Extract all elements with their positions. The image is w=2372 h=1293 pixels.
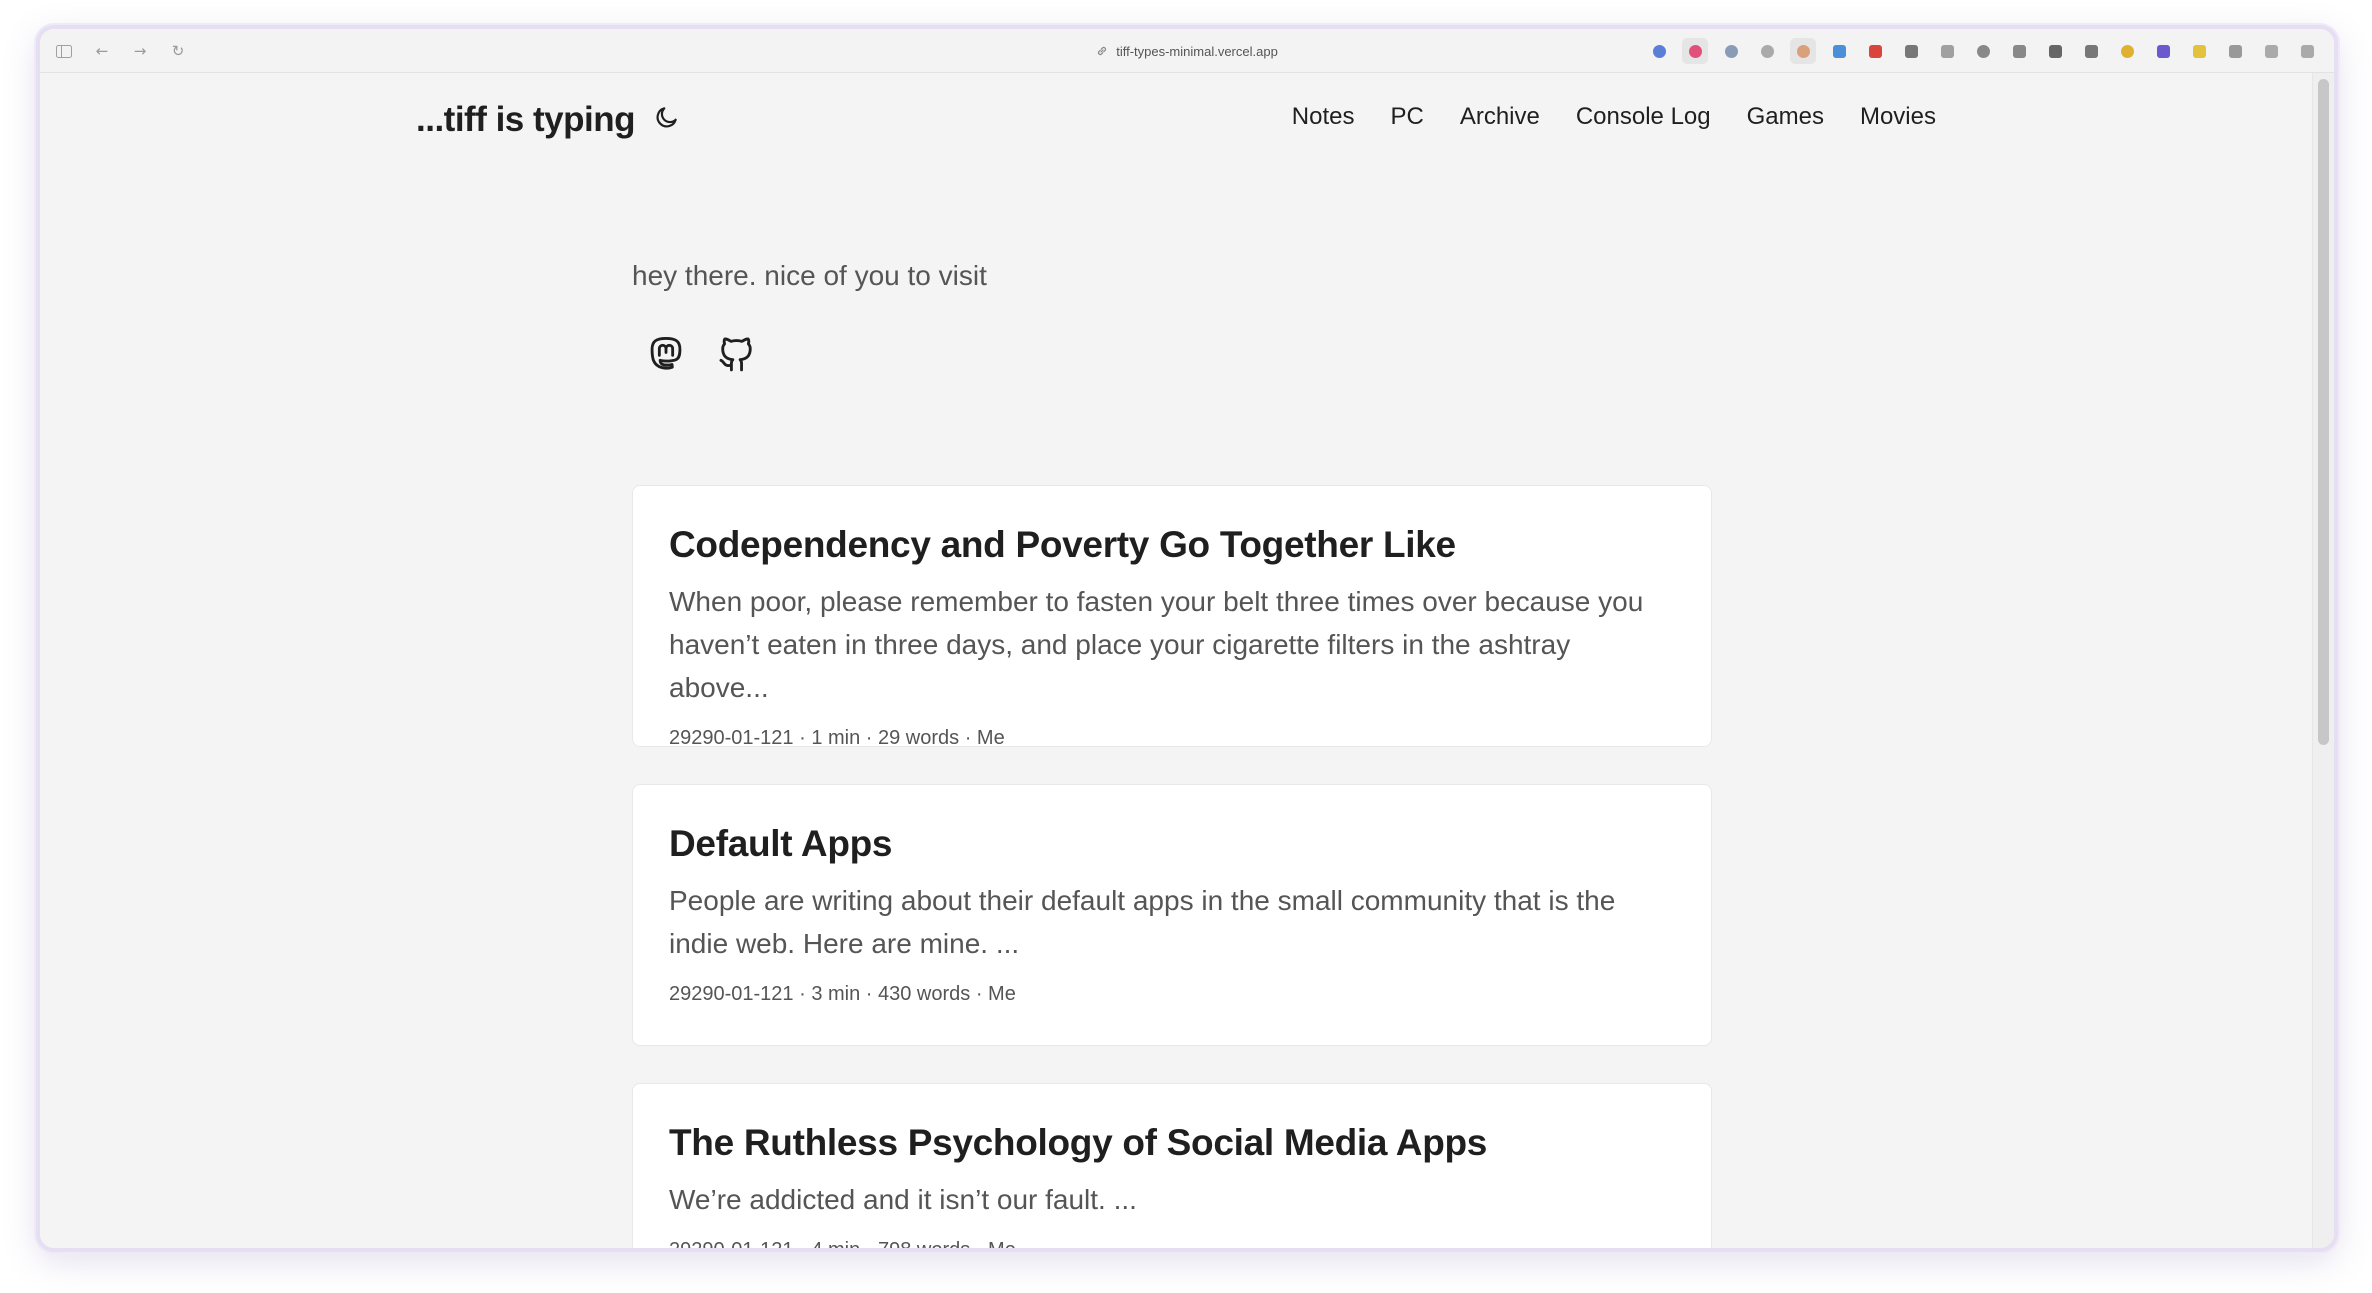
post-card[interactable]: Codependency and Poverty Go Together Lik… <box>632 485 1712 749</box>
toolbar-nav-controls: ← → ↻ <box>54 29 188 73</box>
reload-icon[interactable]: ↻ <box>168 41 188 61</box>
play-icon[interactable] <box>1682 38 1708 64</box>
nav-notes[interactable]: Notes <box>1292 103 1355 131</box>
notion-icon[interactable] <box>2042 38 2068 64</box>
social-links <box>644 332 758 376</box>
power-icon[interactable] <box>1754 38 1780 64</box>
nav-archive[interactable]: Archive <box>1460 103 1540 131</box>
post-title[interactable]: The Ruthless Psychology of Social Media … <box>669 1120 1675 1166</box>
sidebar-right-icon[interactable] <box>2294 38 2320 64</box>
post-meta: 29290-01-121 · 1 min · 29 words · Me <box>669 727 1005 749</box>
browser-toolbar: ← → ↻ tiff-types-minimal.vercel.app <box>40 29 2334 73</box>
nav-movies[interactable]: Movies <box>1860 103 1936 131</box>
keyboard-icon[interactable] <box>1898 38 1924 64</box>
sidebar-toggle-icon[interactable] <box>54 41 74 61</box>
nav-console-log[interactable]: Console Log <box>1576 103 1711 131</box>
post-excerpt: We’re addicted and it isn’t our fault. .… <box>669 1184 1137 1215</box>
nav-games[interactable]: Games <box>1747 103 1824 131</box>
post-title[interactable]: Codependency and Poverty Go Together Lik… <box>669 522 1675 568</box>
share-ext-icon[interactable] <box>1970 38 1996 64</box>
back-icon[interactable]: ← <box>92 41 112 61</box>
r-ext-icon[interactable] <box>2186 38 2212 64</box>
forward-icon[interactable]: → <box>130 41 150 61</box>
hexagon-ext-icon[interactable] <box>2150 38 2176 64</box>
scrollbar-thumb[interactable] <box>2318 79 2329 745</box>
post-title[interactable]: Default Apps <box>669 821 1675 867</box>
nav-pc[interactable]: PC <box>1390 103 1423 131</box>
moon-icon[interactable] <box>654 101 682 133</box>
chart-ext-icon[interactable] <box>1826 38 1852 64</box>
shield-icon[interactable] <box>1862 38 1888 64</box>
intro-text: hey there. nice of you to visit <box>632 260 987 291</box>
search-ext-icon[interactable] <box>1718 38 1744 64</box>
post-meta: 29290-01-121 · 4 min · 798 words · Me <box>669 1239 1675 1248</box>
url-text[interactable]: tiff-types-minimal.vercel.app <box>1116 44 1278 59</box>
checkbox-ext-icon[interactable] <box>1934 38 1960 64</box>
github-icon[interactable] <box>714 332 758 376</box>
id-card-icon[interactable] <box>2222 38 2248 64</box>
page-viewport: ...tiff is typing Notes PC Archive Conso… <box>40 73 2334 1248</box>
link-icon <box>1098 46 1107 56</box>
post-excerpt: When poor, please remember to fasten you… <box>669 586 1644 703</box>
extensions-bar <box>1646 29 2320 73</box>
blue-circle-icon[interactable] <box>1646 38 1672 64</box>
post-excerpt: People are writing about their default a… <box>669 885 1616 959</box>
browser-window: ← → ↻ tiff-types-minimal.vercel.app ...t… <box>36 25 2338 1252</box>
post-card[interactable]: The Ruthless Psychology of Social Media … <box>632 1083 1712 1248</box>
send-ext-icon[interactable] <box>2078 38 2104 64</box>
cookie-icon[interactable] <box>1790 38 1816 64</box>
mastodon-icon[interactable] <box>644 332 688 376</box>
site-header: ...tiff is typing Notes PC Archive Conso… <box>416 73 1936 163</box>
reader-icon[interactable] <box>2258 38 2284 64</box>
post-meta: 29290-01-121 · 3 min · 430 words · Me <box>669 983 1016 1005</box>
smile-ext-icon[interactable] <box>2114 38 2140 64</box>
post-card[interactable]: Default Apps People are writing about th… <box>632 784 1712 1046</box>
frame-ext-icon[interactable] <box>2006 38 2032 64</box>
main-nav: Notes PC Archive Console Log Games Movie… <box>1292 103 1936 131</box>
site-title[interactable]: ...tiff is typing <box>416 100 635 140</box>
vertical-scrollbar[interactable] <box>2312 73 2334 1248</box>
